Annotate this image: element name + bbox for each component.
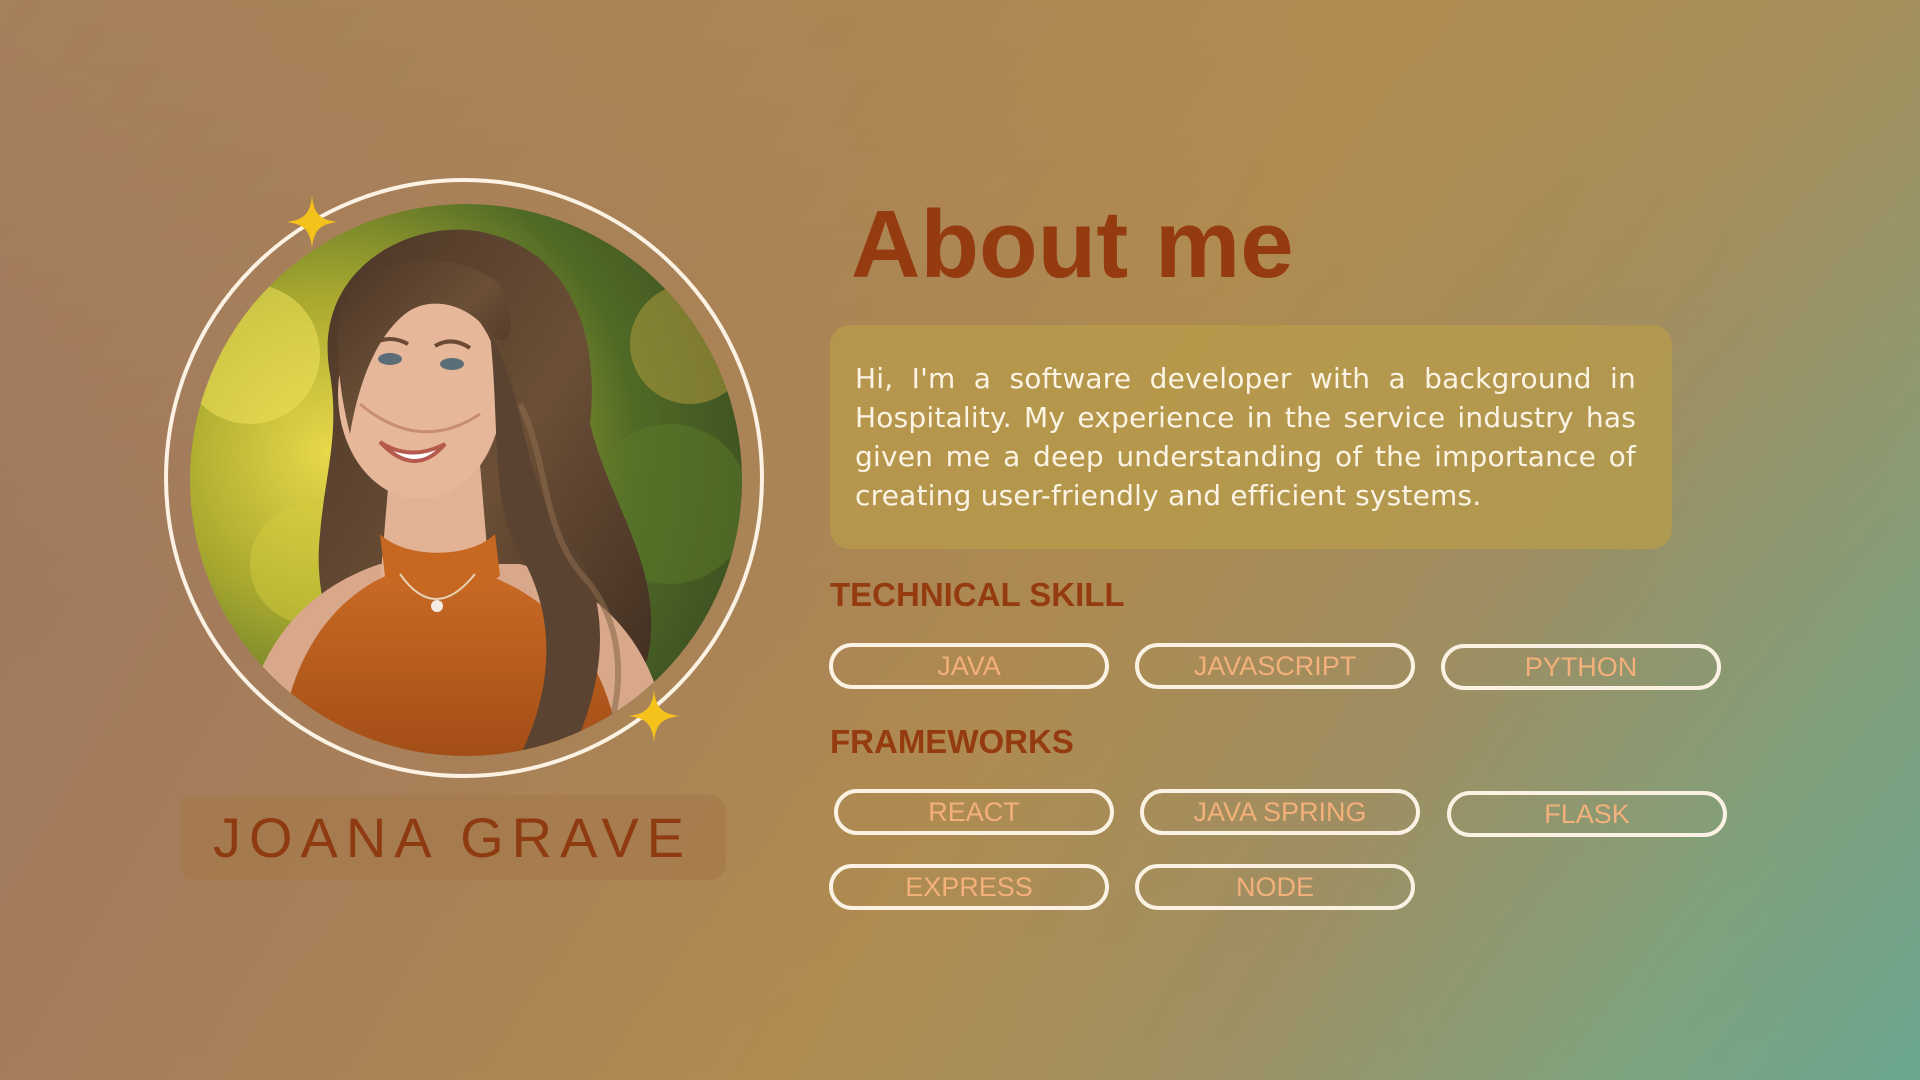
sparkle-icon bbox=[286, 196, 338, 248]
framework-pill-node: NODE bbox=[1135, 864, 1415, 910]
bio-text: Hi, I'm a software developer with a back… bbox=[855, 362, 1636, 512]
framework-pill-express: EXPRESS bbox=[829, 864, 1109, 910]
skill-pill-java: JAVA bbox=[829, 643, 1109, 689]
framework-pill-react: REACT bbox=[834, 789, 1114, 835]
framework-pill-java-spring: JAVA SPRING bbox=[1140, 789, 1420, 835]
sparkle-icon bbox=[628, 690, 680, 742]
name-plate: JOANA GRAVE bbox=[179, 795, 726, 880]
skill-pill-python: PYTHON bbox=[1441, 644, 1721, 690]
framework-pill-flask: FLASK bbox=[1447, 791, 1727, 837]
bio-box: Hi, I'm a software developer with a back… bbox=[830, 325, 1672, 549]
frameworks-heading: FRAMEWORKS bbox=[830, 723, 1074, 760]
profile-photo bbox=[190, 204, 742, 756]
technical-skill-heading: TECHNICAL SKILL bbox=[830, 576, 1125, 613]
skill-pill-javascript: JAVASCRIPT bbox=[1135, 643, 1415, 689]
profile-name: JOANA GRAVE bbox=[212, 806, 693, 869]
page-title: About me bbox=[851, 191, 1294, 298]
